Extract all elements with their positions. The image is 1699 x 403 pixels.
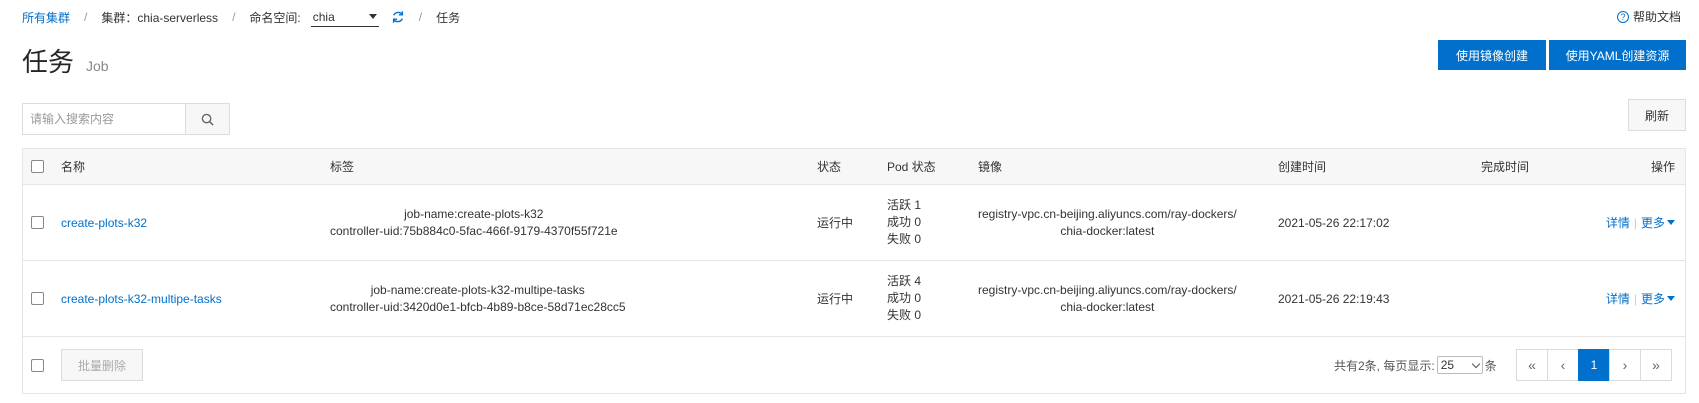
- page-size-unit: 条: [1484, 358, 1497, 373]
- job-status: 运行中: [817, 216, 854, 230]
- pod-succeeded: 成功 0: [887, 215, 922, 229]
- more-dropdown[interactable]: 更多: [1641, 290, 1665, 307]
- pod-succeeded: 成功 0: [887, 291, 922, 305]
- first-page-button[interactable]: «: [1516, 349, 1548, 381]
- breadcrumb: 所有集群 / 集群：chia-serverless / 命名空间: chia /…: [22, 7, 461, 27]
- page-size-value: 25: [1440, 358, 1455, 372]
- detail-link[interactable]: 详情: [1606, 290, 1630, 307]
- breadcrumb-cluster: 集群：chia-serverless: [101, 10, 219, 25]
- jobs-table: 名称 标签 状态 Pod 状态 镜像 创建时间 完成时间 操作 create-p…: [22, 148, 1686, 394]
- pod-active: 活跃 4: [887, 274, 922, 288]
- breadcrumb-separator: /: [418, 10, 423, 24]
- job-name-link[interactable]: create-plots-k32-multipe-tasks: [61, 292, 222, 306]
- page-subtitle: Job: [86, 58, 109, 74]
- row-checkbox[interactable]: [31, 292, 44, 305]
- breadcrumb-separator: /: [232, 10, 236, 24]
- table-row: create-plots-k32 job-name:create-plots-k…: [23, 185, 1685, 261]
- help-docs-link[interactable]: ? 帮助文档: [1616, 8, 1681, 25]
- job-labels: job-name:create-plots-k32-multipe-tasks …: [330, 261, 626, 336]
- question-circle-icon: ?: [1616, 10, 1629, 23]
- refresh-icon[interactable]: [391, 10, 405, 24]
- image-line: chia-docker:latest: [1060, 223, 1155, 238]
- label-line: job-name:create-plots-k32-multipe-tasks: [370, 282, 585, 297]
- job-labels: job-name:create-plots-k32 controller-uid…: [330, 185, 618, 260]
- page-header: 任务 Job: [22, 42, 109, 79]
- prev-page-button[interactable]: ‹: [1547, 349, 1579, 381]
- created-time: 2021-05-26 22:17:02: [1278, 215, 1390, 230]
- detail-link[interactable]: 详情: [1606, 214, 1630, 231]
- create-by-image-button[interactable]: 使用镜像创建: [1438, 40, 1546, 70]
- breadcrumb-all-clusters[interactable]: 所有集群: [22, 9, 70, 26]
- page-title: 任务: [22, 47, 75, 77]
- column-header-status: 状态: [817, 160, 842, 174]
- job-image: registry-vpc.cn-beijing.aliyuncs.com/ray…: [978, 261, 1237, 336]
- pagination-info: 共有2条, 每页显示: 25 条: [1334, 349, 1497, 381]
- row-checkbox[interactable]: [31, 216, 44, 229]
- footer-select-all-checkbox[interactable]: [31, 358, 44, 372]
- total-text: 共有2条, 每页显示:: [1334, 358, 1435, 373]
- created-time: 2021-05-26 22:19:43: [1278, 291, 1390, 306]
- image-line: registry-vpc.cn-beijing.aliyuncs.com/ray…: [978, 206, 1237, 221]
- column-header-name: 名称: [61, 160, 86, 174]
- image-line: chia-docker:latest: [1060, 299, 1155, 314]
- caret-down-icon: [1667, 296, 1675, 301]
- refresh-button[interactable]: 刷新: [1628, 99, 1686, 131]
- next-page-button[interactable]: ›: [1609, 349, 1641, 381]
- column-header-actions: 操作: [1650, 160, 1675, 174]
- job-image: registry-vpc.cn-beijing.aliyuncs.com/ray…: [978, 185, 1237, 260]
- more-dropdown[interactable]: 更多: [1641, 214, 1665, 231]
- help-docs-label: 帮助文档: [1632, 10, 1681, 24]
- search-input[interactable]: [22, 103, 186, 135]
- search-button[interactable]: [186, 103, 230, 135]
- label-line: controller-uid:75b884c0-5fac-466f-9179-4…: [330, 223, 618, 238]
- search-icon: [201, 113, 214, 126]
- label-line: controller-uid:3420d0e1-bfcb-4b89-b8ce-5…: [330, 299, 626, 314]
- table-row: create-plots-k32-multipe-tasks job-name:…: [23, 261, 1685, 337]
- pod-failed: 失败 0: [887, 308, 922, 322]
- pod-status: 活跃 1 成功 0 失败 0: [887, 185, 921, 260]
- search-box: [22, 103, 230, 135]
- pod-status: 活跃 4 成功 0 失败 0: [887, 261, 921, 336]
- chevron-down-icon: [1471, 359, 1480, 368]
- breadcrumb-separator: /: [84, 10, 88, 24]
- page-size-select[interactable]: 25: [1436, 356, 1483, 374]
- pod-failed: 失败 0: [887, 232, 922, 246]
- job-name-link[interactable]: create-plots-k32: [61, 216, 147, 230]
- column-header-labels: 标签: [330, 160, 355, 174]
- last-page-button[interactable]: »: [1640, 349, 1672, 381]
- breadcrumb-current: 任务: [436, 10, 461, 25]
- caret-down-icon: [1667, 220, 1675, 225]
- label-line: job-name:create-plots-k32: [404, 206, 544, 221]
- column-header-finished: 完成时间: [1481, 160, 1530, 174]
- page-button-current[interactable]: 1: [1578, 349, 1610, 381]
- column-header-pod-status: Pod 状态: [887, 160, 936, 174]
- pagination: « ‹ 1 › »: [1516, 349, 1672, 381]
- image-line: registry-vpc.cn-beijing.aliyuncs.com/ray…: [978, 282, 1237, 297]
- namespace-value: chia: [312, 9, 335, 24]
- chevron-down-icon: [368, 14, 377, 19]
- table-footer: 批量删除 共有2条, 每页显示: 25 条 « ‹ 1 › »: [23, 337, 1685, 393]
- pod-active: 活跃 1: [887, 198, 922, 212]
- table-header: 名称 标签 状态 Pod 状态 镜像 创建时间 完成时间 操作: [23, 149, 1685, 185]
- batch-delete-button[interactable]: 批量删除: [61, 349, 143, 381]
- create-by-yaml-button[interactable]: 使用YAML创建资源: [1549, 40, 1686, 70]
- namespace-select[interactable]: chia: [310, 7, 379, 27]
- job-status: 运行中: [817, 292, 854, 306]
- namespace-label: 命名空间:: [249, 10, 301, 25]
- column-header-image: 镜像: [978, 160, 1003, 174]
- column-header-created: 创建时间: [1278, 160, 1327, 174]
- select-all-checkbox[interactable]: [31, 160, 44, 173]
